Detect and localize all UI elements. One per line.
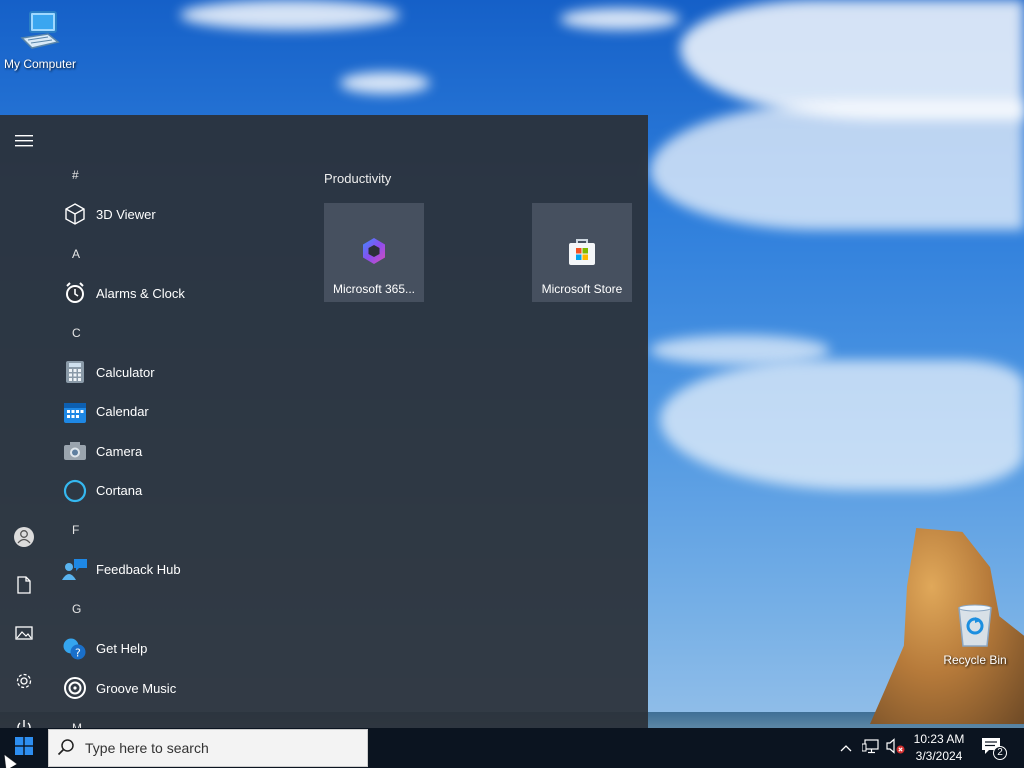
app-item-cortana[interactable]: Cortana xyxy=(48,471,298,511)
pictures-button[interactable] xyxy=(8,619,40,651)
user-account-button[interactable] xyxy=(8,523,40,555)
search-input[interactable] xyxy=(85,740,345,756)
app-label: 3D Viewer xyxy=(96,206,156,222)
expand-menu-button[interactable] xyxy=(8,127,40,159)
letter-header-hash[interactable]: # xyxy=(48,155,298,195)
taskbar-clock[interactable]: 10:23 AM 3/3/2024 xyxy=(908,731,970,765)
windows-logo-icon xyxy=(15,736,33,760)
desktop-icon-recycle-bin[interactable]: Recycle Bin xyxy=(935,604,1015,667)
calculator-icon xyxy=(62,359,88,385)
clock-time: 10:23 AM xyxy=(913,732,965,746)
hamburger-menu-icon xyxy=(15,134,33,153)
app-label: Get Help xyxy=(96,641,148,657)
cortana-ring-icon xyxy=(62,478,88,504)
app-label: Calendar xyxy=(96,404,149,420)
volume-button[interactable] xyxy=(884,728,906,768)
letter-label: F xyxy=(72,523,80,538)
letter-header-m[interactable]: M xyxy=(48,708,298,728)
app-item-groove-music[interactable]: Groove Music xyxy=(48,669,298,709)
microsoft-365-icon xyxy=(358,235,390,267)
app-item-calendar[interactable]: Calendar xyxy=(48,392,298,432)
letter-header-g[interactable]: G xyxy=(48,590,298,630)
camera-icon xyxy=(62,438,88,464)
calendar-icon xyxy=(62,399,88,425)
app-label: Alarms & Clock xyxy=(96,285,185,301)
app-label: Cortana xyxy=(96,483,143,499)
settings-gear-icon xyxy=(15,672,33,695)
letter-header-a[interactable]: A xyxy=(48,234,298,274)
letter-label: C xyxy=(72,325,81,340)
tile-label: Microsoft 365... xyxy=(332,282,416,296)
show-hidden-icons-button[interactable] xyxy=(836,728,856,768)
start-menu-rail xyxy=(0,115,48,728)
tile-label: Microsoft Store xyxy=(541,282,623,296)
tile-microsoft-store[interactable]: Microsoft Store xyxy=(532,203,632,302)
taskbar-search-box[interactable] xyxy=(48,729,368,767)
app-item-get-help[interactable]: ? Get Help xyxy=(48,629,298,669)
taskbar: 10:23 AM 3/3/2024 2 xyxy=(0,728,1024,768)
desktop-icon-label: Recycle Bin xyxy=(943,653,1007,667)
letter-header-c[interactable]: C xyxy=(48,313,298,353)
get-help-icon: ? xyxy=(62,636,88,662)
tile-microsoft-365[interactable]: Microsoft 365... xyxy=(324,203,424,302)
app-label: Feedback Hub xyxy=(96,562,181,578)
network-status-button[interactable] xyxy=(860,728,882,768)
settings-button[interactable] xyxy=(8,667,40,699)
cube-icon xyxy=(62,201,88,227)
app-label: Groove Music xyxy=(96,680,177,696)
power-button[interactable] xyxy=(8,713,40,728)
app-item-alarms-clock[interactable]: Alarms & Clock xyxy=(48,274,298,314)
alarm-clock-icon xyxy=(62,280,88,306)
action-center-button[interactable]: 2 xyxy=(978,728,1008,768)
microsoft-store-icon xyxy=(566,235,598,267)
letter-label: M xyxy=(72,720,82,728)
computer-icon xyxy=(0,10,80,55)
app-item-camera[interactable]: Camera xyxy=(48,432,298,472)
letter-header-f[interactable]: F xyxy=(48,511,298,551)
clock-date: 3/3/2024 xyxy=(915,749,963,763)
letter-label: G xyxy=(72,602,82,617)
desktop-icon-label: My Computer xyxy=(3,57,77,71)
volume-muted-icon xyxy=(885,737,905,759)
app-list: # 3D Viewer A Alarms & Clock C Calculato… xyxy=(48,155,298,728)
tile-group-title: Productivity xyxy=(324,171,392,186)
letter-label: A xyxy=(72,246,81,261)
power-icon xyxy=(15,718,33,728)
app-label: Calculator xyxy=(96,364,155,380)
notification-count-badge: 2 xyxy=(993,746,1007,760)
search-icon xyxy=(57,738,75,759)
recycle-bin-icon xyxy=(935,604,1015,651)
letter-label: # xyxy=(72,167,79,182)
user-account-icon xyxy=(13,526,35,553)
groove-music-icon xyxy=(62,675,88,701)
feedback-person-icon xyxy=(62,557,88,583)
start-menu: # 3D Viewer A Alarms & Clock C Calculato… xyxy=(0,115,648,728)
documents-icon xyxy=(16,575,32,599)
app-item-calculator[interactable]: Calculator xyxy=(48,353,298,393)
app-item-feedback-hub[interactable]: Feedback Hub xyxy=(48,550,298,590)
app-item-3d-viewer[interactable]: 3D Viewer xyxy=(48,195,298,235)
desktop-icon-my-computer[interactable]: My Computer xyxy=(0,10,80,71)
notification-icon: 2 xyxy=(981,737,1007,760)
pictures-icon xyxy=(15,625,33,646)
chevron-up-icon xyxy=(840,739,852,757)
svg-text:?: ? xyxy=(75,646,81,659)
network-icon xyxy=(861,738,880,759)
app-label: Camera xyxy=(96,443,143,459)
documents-button[interactable] xyxy=(8,571,40,603)
